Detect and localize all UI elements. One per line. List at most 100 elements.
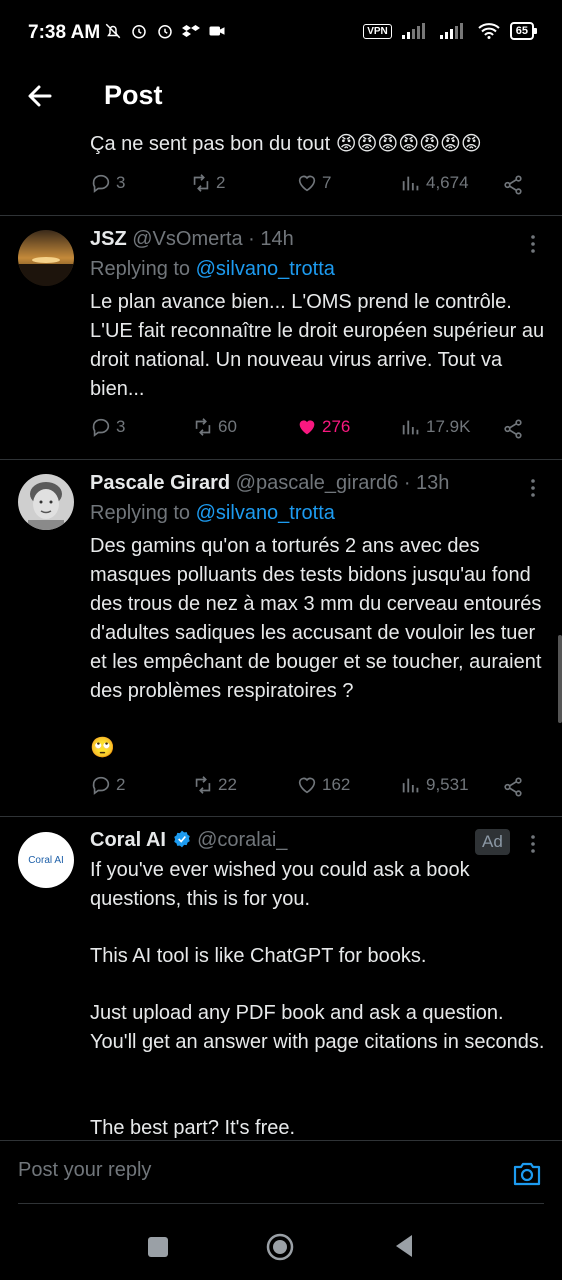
tweet-text: Ça ne sent pas bon du tout 😡😡😡😡😡😡😡 xyxy=(90,133,482,155)
avatar[interactable]: Coral AI xyxy=(18,832,74,888)
views-icon xyxy=(402,778,419,793)
verified-badge-icon xyxy=(173,830,190,848)
author-name[interactable]: Coral AI xyxy=(90,829,166,851)
reply-icon xyxy=(92,174,110,193)
camera-icon[interactable] xyxy=(512,1159,542,1187)
like-button[interactable]: 7 xyxy=(296,172,331,194)
avatar[interactable] xyxy=(18,474,74,530)
scrollbar-thumb[interactable] xyxy=(558,635,562,723)
heart-icon xyxy=(298,175,316,192)
signal-icon xyxy=(401,23,425,39)
repost-button[interactable]: 2 xyxy=(190,172,225,194)
page-title: Post xyxy=(104,80,163,110)
repost-icon xyxy=(195,418,211,436)
avatar-image xyxy=(18,474,74,530)
reply-count: 3 xyxy=(116,173,126,192)
reply-button[interactable]: 3 xyxy=(90,172,125,194)
signal-icon xyxy=(439,23,463,39)
tweet-actions: 3 2 7 4,674 xyxy=(90,172,530,202)
tweet-text: Des gamins qu'on a torturés 2 ans avec d… xyxy=(90,535,542,702)
video-icon xyxy=(209,26,225,36)
divider xyxy=(0,459,562,460)
more-options-icon[interactable] xyxy=(524,476,542,500)
tweet-emoji: 🙄 xyxy=(90,737,115,759)
reply-bar: Post your reply xyxy=(0,1140,562,1205)
replying-to: Replying to @silvano_trotta xyxy=(90,258,335,281)
reply-count: 3 xyxy=(116,417,126,436)
avatar-logo: Coral AI xyxy=(28,854,64,866)
more-options-icon[interactable] xyxy=(524,832,542,856)
reply-icon xyxy=(92,776,110,795)
like-button[interactable]: 276 xyxy=(296,416,350,438)
author-line: Coral AI @coralai_ xyxy=(90,829,287,852)
tweet-actions: 2 22 162 9,531 xyxy=(90,774,530,804)
author-name[interactable]: JSZ xyxy=(90,228,127,250)
alarm-icon xyxy=(132,25,146,39)
post-time: · 14h xyxy=(248,228,294,250)
author-name[interactable]: Pascale Girard xyxy=(90,472,230,494)
divider xyxy=(0,215,562,216)
like-button[interactable]: 162 xyxy=(296,774,350,796)
repost-button[interactable]: 22 xyxy=(192,774,237,796)
tweet-actions: 3 60 276 17.9K xyxy=(90,416,530,446)
views-button[interactable]: 4,674 xyxy=(400,172,469,194)
ad-badge: Ad xyxy=(475,829,510,855)
tweet-paragraph: This AI tool is like ChatGPT for books. xyxy=(90,945,427,967)
post-time: · 13h xyxy=(403,472,450,494)
mention-link[interactable]: @silvano_trotta xyxy=(196,502,335,524)
tweet-paragraph: Just upload any PDF book and ask a quest… xyxy=(90,1002,545,1053)
tweet-paragraph: If you've ever wished you could ask a bo… xyxy=(90,859,470,910)
share-icon[interactable] xyxy=(502,174,524,196)
divider xyxy=(0,816,562,817)
repost-button[interactable]: 60 xyxy=(192,416,237,438)
reply-button[interactable]: 2 xyxy=(90,774,125,796)
author-handle[interactable]: @pascale_girard6 xyxy=(236,472,399,494)
replying-prefix: Replying to xyxy=(90,258,196,280)
like-count: 162 xyxy=(322,775,351,794)
author-handle[interactable]: @coralai_ xyxy=(197,829,287,851)
tweet-text: Le plan avance bien... L'OMS prend le co… xyxy=(90,291,545,400)
reply-button[interactable]: 3 xyxy=(90,416,125,438)
back-button[interactable] xyxy=(392,1233,416,1259)
views-count: 17.9K xyxy=(426,417,471,436)
reply-underline xyxy=(18,1203,544,1204)
battery-indicator: 65 xyxy=(509,22,538,40)
repost-count: 2 xyxy=(216,173,226,192)
share-icon[interactable] xyxy=(502,418,524,440)
reply-input[interactable]: Post your reply xyxy=(18,1159,151,1182)
repost-count: 60 xyxy=(218,417,237,436)
wifi-icon xyxy=(478,23,500,39)
views-button[interactable]: 9,531 xyxy=(400,774,469,796)
status-bar: 7:38 AM VPN 65 xyxy=(0,0,562,66)
tweet-paragraph: The best part? It's free. xyxy=(90,1117,296,1139)
like-count: 7 xyxy=(322,173,332,192)
views-count: 4,674 xyxy=(426,173,469,192)
avatar[interactable] xyxy=(18,230,74,286)
reply-icon xyxy=(92,418,110,437)
more-options-icon[interactable] xyxy=(524,232,542,256)
dropbox-icon xyxy=(182,25,200,37)
heart-filled-icon xyxy=(299,420,315,435)
replying-prefix: Replying to xyxy=(90,502,196,524)
views-button[interactable]: 17.9K xyxy=(400,416,470,438)
recent-apps-button[interactable] xyxy=(148,1237,168,1257)
back-arrow-icon[interactable] xyxy=(24,80,56,112)
vpn-badge: VPN xyxy=(363,23,392,39)
system-nav-bar xyxy=(0,1205,562,1280)
views-count: 9,531 xyxy=(426,775,469,794)
mention-link[interactable]: @silvano_trotta xyxy=(196,258,335,280)
repost-icon xyxy=(193,174,209,192)
views-icon xyxy=(402,420,419,435)
share-icon[interactable] xyxy=(502,776,524,798)
reply-count: 2 xyxy=(116,775,126,794)
avatar-image xyxy=(18,230,74,286)
views-icon xyxy=(402,176,419,191)
status-right: VPN 65 xyxy=(363,22,538,40)
mute-icon xyxy=(105,23,121,39)
heart-icon xyxy=(298,777,316,794)
author-line: Pascale Girard @pascale_girard6 · 13h xyxy=(90,472,449,495)
like-count: 276 xyxy=(322,417,351,436)
alarm-icon xyxy=(158,25,172,39)
author-handle[interactable]: @VsOmerta xyxy=(132,228,242,250)
home-button[interactable] xyxy=(266,1233,294,1261)
